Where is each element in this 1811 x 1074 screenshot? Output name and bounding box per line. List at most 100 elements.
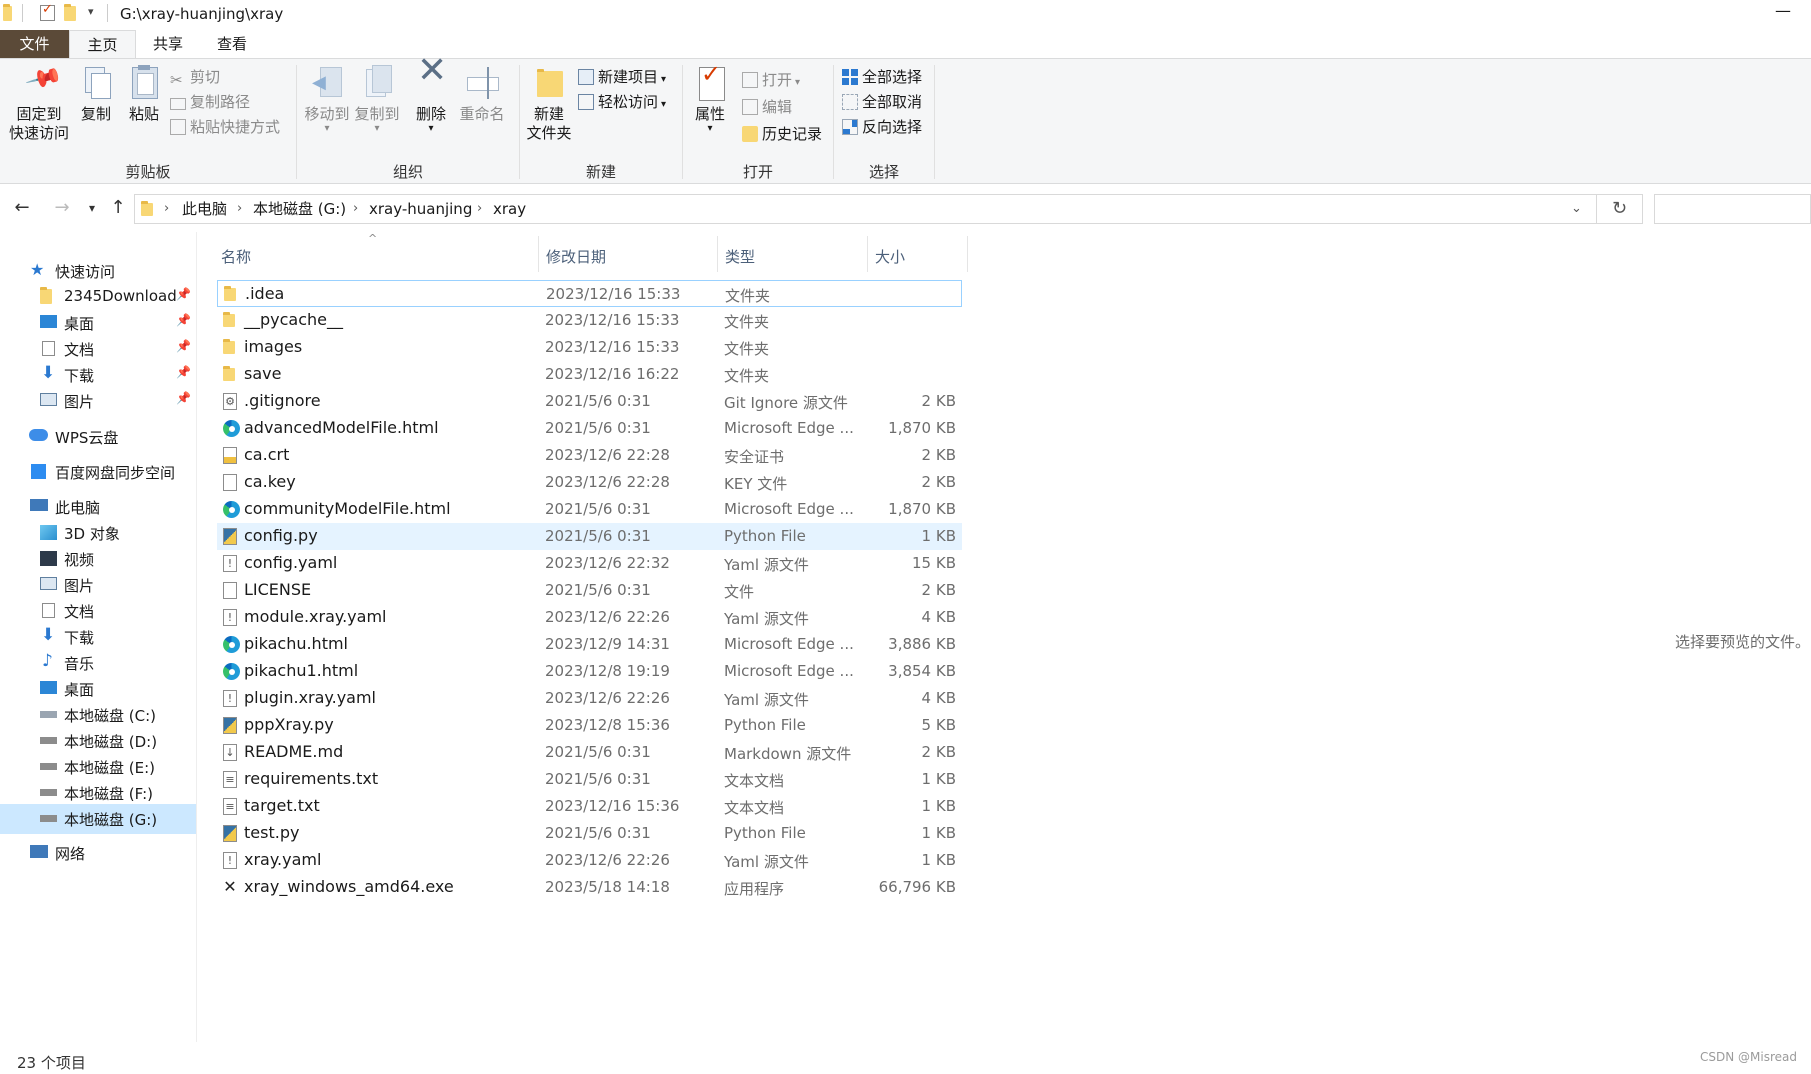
file-row[interactable]: LICENSE 2021/5/6 0:31 文件 2 KB — [217, 577, 962, 604]
file-row[interactable]: ! config.yaml 2023/12/6 22:32 Yaml 源文件 15 KB — [217, 550, 962, 577]
chevron-right-icon[interactable]: › — [353, 195, 358, 223]
star-icon: ★ — [30, 260, 45, 279]
column-divider[interactable] — [967, 236, 968, 272]
file-date: 2023/12/6 22:26 — [545, 689, 670, 707]
file-name: plugin.xray.yaml — [244, 688, 376, 707]
properties-quick-icon[interactable]: ✓ — [40, 2, 55, 21]
breadcrumb-drive-g[interactable]: 本地磁盘 (G:) — [253, 195, 346, 223]
pin-icon[interactable]: 📌 — [176, 365, 191, 379]
tab-share[interactable]: 共享 — [136, 30, 200, 58]
window-title: G:\xray-huanjing\xray — [120, 5, 284, 23]
chevron-right-icon[interactable]: › — [164, 195, 169, 223]
nav-network[interactable]: 网络 — [0, 838, 196, 868]
nav-qa-pictures[interactable]: 图片 📌 — [0, 386, 196, 416]
column-divider[interactable] — [867, 236, 868, 272]
new-folder-label-1: 新建 — [533, 105, 564, 123]
column-header-type[interactable]: 类型 — [725, 242, 755, 272]
delete-button[interactable]: ✕ 删除 ▾ — [410, 53, 452, 134]
refresh-icon[interactable]: ↻ — [1597, 194, 1643, 224]
file-name: __pycache__ — [244, 310, 344, 329]
up-arrow-icon[interactable]: ↑ — [106, 196, 130, 220]
properties-button[interactable]: ✓ 属性 ▾ — [688, 62, 732, 134]
copy-path-button[interactable]: 复制路径 — [170, 90, 250, 114]
nav-drive-g[interactable]: 本地磁盘 (G:) — [0, 804, 196, 834]
tab-file[interactable]: 文件 — [0, 30, 69, 58]
forward-arrow-icon[interactable]: → — [50, 196, 74, 220]
file-row[interactable]: images 2023/12/16 15:33 文件夹 — [217, 334, 962, 361]
select-all-button[interactable]: 全部选择 — [842, 65, 922, 89]
nav-baidu-sync[interactable]: 百度网盘同步空间 — [0, 457, 196, 487]
recent-locations-chevron-icon[interactable]: ▾ — [80, 196, 104, 220]
breadcrumb-this-pc[interactable]: 此电脑 — [182, 195, 227, 223]
file-row[interactable]: ca.key 2023/12/6 22:28 KEY 文件 2 KB — [217, 469, 962, 496]
column-header-date[interactable]: 修改日期 — [546, 242, 606, 272]
new-folder-quick-icon[interactable] — [64, 4, 76, 21]
pin-icon[interactable]: 📌 — [176, 313, 191, 327]
column-divider[interactable] — [538, 236, 539, 272]
file-row[interactable]: ≡ requirements.txt 2021/5/6 0:31 文本文档 1 KB — [217, 766, 962, 793]
file-row[interactable]: test.py 2021/5/6 0:31 Python File 1 KB — [217, 820, 962, 847]
file-row[interactable]: config.py 2021/5/6 0:31 Python File 1 KB — [217, 523, 962, 550]
invert-selection-button[interactable]: 反向选择 — [842, 115, 922, 139]
breadcrumb-xray-huanjing[interactable]: xray-huanjing — [369, 195, 472, 223]
file-row[interactable]: ca.crt 2023/12/6 22:28 安全证书 2 KB — [217, 442, 962, 469]
file-row[interactable]: ! xray.yaml 2023/12/6 22:26 Yaml 源文件 1 KB — [217, 847, 962, 874]
open-button[interactable]: 打开 ▾ — [742, 68, 800, 92]
back-arrow-icon[interactable]: ← — [10, 196, 34, 220]
navigation-pane: ★ 快速访问 2345Download 📌 桌面 📌 文档 📌 ⬇ 下载 📌 图… — [0, 232, 197, 1042]
column-header-name[interactable]: 名称 — [221, 242, 251, 272]
file-row[interactable]: ≡ target.txt 2023/12/16 15:36 文本文档 1 KB — [217, 793, 962, 820]
new-item-button[interactable]: 新建项目 ▾ — [578, 65, 666, 89]
cut-button[interactable]: ✂ 剪切 — [170, 65, 220, 89]
file-row[interactable]: ✕ xray_windows_amd64.exe 2023/5/18 14:18 应用… — [217, 874, 962, 901]
file-row[interactable]: communityModelFile.html 2021/5/6 0:31 Micr… — [217, 496, 962, 523]
file-row[interactable]: pikachu.html 2023/12/9 14:31 Microsoft Edg… — [217, 631, 962, 658]
file-row[interactable]: ↓ README.md 2021/5/6 0:31 Markdown 源文件 2 KB — [217, 739, 962, 766]
copy-to-button[interactable]: 复制到 ▾ — [352, 65, 402, 134]
desktop-icon — [40, 681, 57, 694]
pin-to-quick-access-button[interactable]: 📌 固定到 快速访问 — [6, 58, 72, 143]
search-input[interactable] — [1654, 194, 1811, 224]
nav-label: 网络 — [55, 845, 86, 863]
history-button[interactable]: 历史记录 — [742, 122, 822, 146]
pin-icon[interactable]: 📌 — [176, 287, 191, 301]
file-date: 2023/12/8 19:19 — [545, 662, 670, 680]
file-row[interactable]: advancedModelFile.html 2021/5/6 0:31 Micro… — [217, 415, 962, 442]
minimize-button[interactable]: — — [1758, 0, 1808, 28]
file-type: Yaml 源文件 — [724, 610, 809, 628]
address-bar[interactable]: › 此电脑 › 本地磁盘 (G:) › xray-huanjing › xray… — [134, 194, 1597, 224]
address-dropdown-chevron-icon[interactable]: ⌄ — [1571, 195, 1582, 223]
chevron-right-icon[interactable]: › — [477, 195, 482, 223]
select-none-button[interactable]: 全部取消 — [842, 90, 922, 114]
column-divider[interactable] — [717, 236, 718, 272]
file-row[interactable]: pppXray.py 2023/12/8 15:36 Python File 5 KB — [217, 712, 962, 739]
file-row[interactable]: ⚙ .gitignore 2021/5/6 0:31 Git Ignore 源文件 2 … — [217, 388, 962, 415]
nav-wps-cloud[interactable]: WPS云盘 — [0, 422, 196, 452]
paste-shortcut-button[interactable]: 粘贴快捷方式 — [170, 115, 280, 139]
file-row[interactable]: save 2023/12/16 16:22 文件夹 — [217, 361, 962, 388]
pin-label-2: 快速访问 — [8, 124, 69, 142]
new-folder-button[interactable]: 新建 文件夹 — [524, 65, 574, 143]
copy-button[interactable]: 复制 — [76, 65, 116, 124]
pin-icon: 📌 — [24, 58, 65, 98]
move-to-button[interactable]: ◀ 移动到 ▾ — [302, 65, 352, 134]
rename-button[interactable]: 重命名 — [456, 65, 508, 124]
paste-button[interactable]: 粘贴 — [124, 65, 164, 124]
file-row[interactable]: .idea 2023/12/16 15:33 文件夹 — [217, 280, 962, 307]
chevron-right-icon[interactable]: › — [237, 195, 242, 223]
file-row[interactable]: ! plugin.xray.yaml 2023/12/6 22:26 Yaml 源文件… — [217, 685, 962, 712]
file-row[interactable]: ! module.xray.yaml 2023/12/6 22:26 Yaml 源文件… — [217, 604, 962, 631]
chevron-down-icon[interactable]: ▾ — [88, 5, 94, 18]
tab-view[interactable]: 查看 — [200, 30, 264, 58]
breadcrumb-xray[interactable]: xray — [493, 195, 526, 223]
column-header-size[interactable]: 大小 — [875, 242, 905, 272]
file-row[interactable]: pikachu1.html 2023/12/8 19:19 Microsoft Ed… — [217, 658, 962, 685]
easy-access-label: 轻松访问 — [598, 93, 659, 111]
file-row[interactable]: __pycache__ 2023/12/16 15:33 文件夹 — [217, 307, 962, 334]
tab-home[interactable]: 主页 — [69, 30, 136, 58]
easy-access-button[interactable]: 轻松访问 ▾ — [578, 90, 666, 114]
edit-button[interactable]: 编辑 — [742, 95, 792, 119]
pin-icon[interactable]: 📌 — [176, 339, 191, 353]
pin-icon[interactable]: 📌 — [176, 391, 191, 405]
file-date: 2023/5/18 14:18 — [545, 878, 670, 896]
